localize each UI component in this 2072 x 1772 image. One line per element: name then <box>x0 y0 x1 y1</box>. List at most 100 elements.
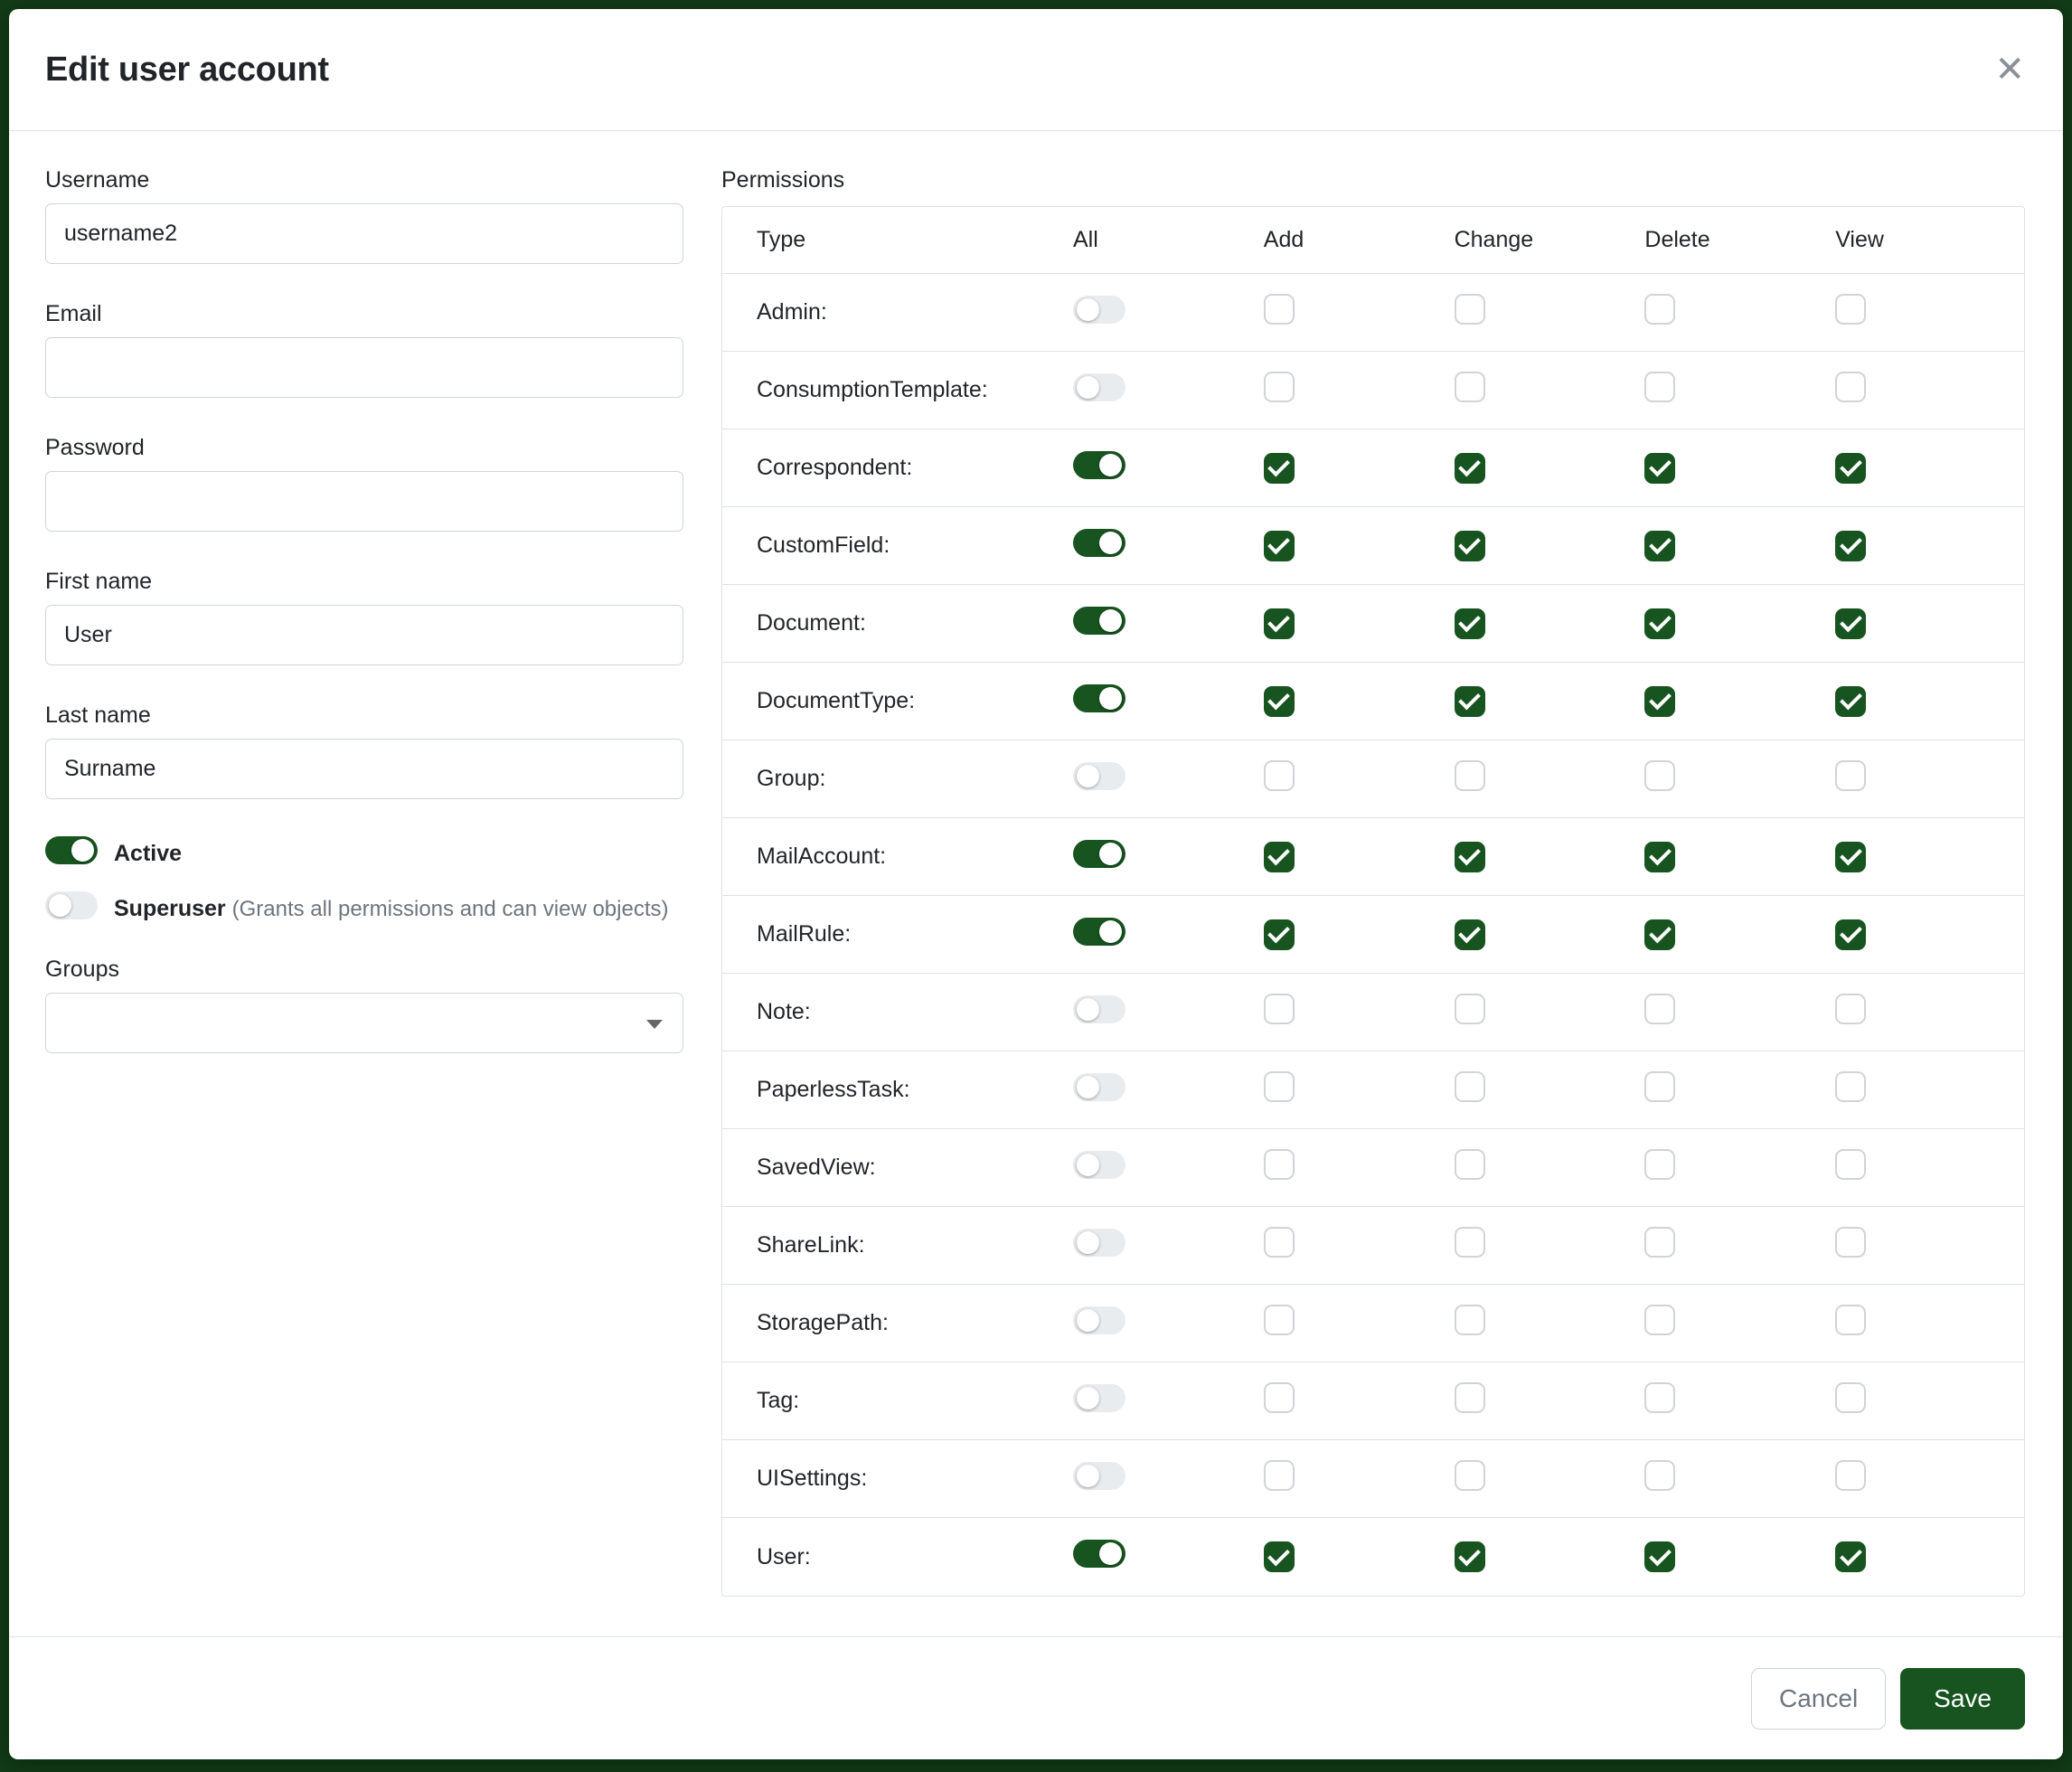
permission-all-toggle[interactable] <box>1073 1462 1125 1490</box>
permission-add-checkbox[interactable] <box>1264 453 1295 484</box>
permission-delete-checkbox[interactable] <box>1644 1305 1675 1335</box>
permission-delete-cell <box>1643 372 1833 409</box>
permission-change-checkbox[interactable] <box>1455 842 1485 872</box>
superuser-toggle[interactable] <box>45 891 98 919</box>
permission-delete-checkbox[interactable] <box>1644 1541 1675 1572</box>
permission-view-checkbox[interactable] <box>1835 842 1866 872</box>
permission-view-checkbox[interactable] <box>1835 608 1866 639</box>
permission-all-toggle[interactable] <box>1073 918 1125 946</box>
permission-view-checkbox[interactable] <box>1835 686 1866 717</box>
permission-add-checkbox[interactable] <box>1264 531 1295 561</box>
permission-change-checkbox[interactable] <box>1455 1305 1485 1335</box>
permission-all-toggle[interactable] <box>1073 995 1125 1023</box>
permission-all-toggle[interactable] <box>1073 607 1125 635</box>
permission-add-checkbox[interactable] <box>1264 760 1295 791</box>
permission-change-checkbox[interactable] <box>1455 760 1485 791</box>
permission-delete-checkbox[interactable] <box>1644 1382 1675 1413</box>
permission-all-toggle[interactable] <box>1073 1073 1125 1101</box>
permission-add-checkbox[interactable] <box>1264 686 1295 717</box>
permission-view-checkbox[interactable] <box>1835 453 1866 484</box>
permission-change-checkbox[interactable] <box>1455 608 1485 639</box>
password-field[interactable] <box>45 471 683 532</box>
permission-delete-checkbox[interactable] <box>1644 453 1675 484</box>
permission-delete-checkbox[interactable] <box>1644 1071 1675 1102</box>
permission-view-checkbox[interactable] <box>1835 919 1866 950</box>
permission-view-checkbox[interactable] <box>1835 1227 1866 1258</box>
permission-delete-checkbox[interactable] <box>1644 760 1675 791</box>
save-button[interactable]: Save <box>1900 1668 2025 1730</box>
permission-change-checkbox[interactable] <box>1455 994 1485 1024</box>
permission-all-toggle[interactable] <box>1073 1151 1125 1179</box>
permission-delete-checkbox[interactable] <box>1644 919 1675 950</box>
permission-change-checkbox[interactable] <box>1455 453 1485 484</box>
permission-delete-checkbox[interactable] <box>1644 294 1675 325</box>
permission-view-checkbox[interactable] <box>1835 372 1866 402</box>
permission-add-checkbox[interactable] <box>1264 372 1295 402</box>
permission-view-checkbox[interactable] <box>1835 1382 1866 1413</box>
permission-add-checkbox[interactable] <box>1264 1227 1295 1258</box>
permission-view-checkbox[interactable] <box>1835 531 1866 561</box>
last-name-field[interactable] <box>45 739 683 799</box>
username-input[interactable] <box>45 203 683 264</box>
permission-delete-checkbox[interactable] <box>1644 531 1675 561</box>
permission-delete-checkbox[interactable] <box>1644 994 1675 1024</box>
permission-add-checkbox[interactable] <box>1264 994 1295 1024</box>
permission-add-checkbox[interactable] <box>1264 1382 1295 1413</box>
permission-view-checkbox[interactable] <box>1835 1305 1866 1335</box>
permission-add-checkbox[interactable] <box>1264 608 1295 639</box>
permission-delete-checkbox[interactable] <box>1644 1227 1675 1258</box>
permission-change-checkbox[interactable] <box>1455 1071 1485 1102</box>
permission-add-checkbox[interactable] <box>1264 842 1295 872</box>
permission-add-checkbox[interactable] <box>1264 1071 1295 1102</box>
permission-delete-checkbox[interactable] <box>1644 1460 1675 1491</box>
permission-change-checkbox[interactable] <box>1455 372 1485 402</box>
permission-view-checkbox[interactable] <box>1835 294 1866 325</box>
permission-add-checkbox[interactable] <box>1264 1541 1295 1572</box>
close-icon[interactable]: ✕ <box>1994 52 2025 88</box>
permission-change-checkbox[interactable] <box>1455 919 1485 950</box>
permission-delete-checkbox[interactable] <box>1644 1149 1675 1180</box>
permission-view-checkbox[interactable] <box>1835 1460 1866 1491</box>
permission-change-checkbox[interactable] <box>1455 686 1485 717</box>
permissions-column-header: Type <box>722 227 1071 253</box>
permission-all-toggle[interactable] <box>1073 762 1125 790</box>
first-name-field[interactable] <box>45 605 683 665</box>
permission-change-checkbox[interactable] <box>1455 1382 1485 1413</box>
permission-view-checkbox[interactable] <box>1835 760 1866 791</box>
permission-change-checkbox[interactable] <box>1455 1541 1485 1572</box>
email-field[interactable] <box>45 337 683 398</box>
permission-add-checkbox[interactable] <box>1264 294 1295 325</box>
permission-delete-checkbox[interactable] <box>1644 608 1675 639</box>
permission-delete-checkbox[interactable] <box>1644 686 1675 717</box>
permission-add-checkbox[interactable] <box>1264 1460 1295 1491</box>
permission-all-toggle[interactable] <box>1073 451 1125 479</box>
permission-change-checkbox[interactable] <box>1455 531 1485 561</box>
toggle-knob <box>1099 920 1122 943</box>
permission-change-checkbox[interactable] <box>1455 294 1485 325</box>
permission-all-toggle[interactable] <box>1073 840 1125 868</box>
permission-view-checkbox[interactable] <box>1835 1541 1866 1572</box>
permission-all-toggle[interactable] <box>1073 529 1125 557</box>
permission-add-checkbox[interactable] <box>1264 1305 1295 1335</box>
cancel-button[interactable]: Cancel <box>1751 1668 1886 1730</box>
toggle-knob <box>1099 687 1122 710</box>
groups-select[interactable] <box>45 993 683 1053</box>
permission-all-toggle[interactable] <box>1073 373 1125 401</box>
permission-view-checkbox[interactable] <box>1835 994 1866 1024</box>
permission-delete-checkbox[interactable] <box>1644 372 1675 402</box>
permission-change-checkbox[interactable] <box>1455 1460 1485 1491</box>
permission-view-checkbox[interactable] <box>1835 1071 1866 1102</box>
permission-all-toggle[interactable] <box>1073 296 1125 324</box>
permission-view-checkbox[interactable] <box>1835 1149 1866 1180</box>
permission-add-checkbox[interactable] <box>1264 1149 1295 1180</box>
active-toggle[interactable] <box>45 836 98 864</box>
permission-all-toggle[interactable] <box>1073 1306 1125 1334</box>
permission-add-checkbox[interactable] <box>1264 919 1295 950</box>
permission-change-checkbox[interactable] <box>1455 1227 1485 1258</box>
permission-all-toggle[interactable] <box>1073 684 1125 712</box>
permission-all-toggle[interactable] <box>1073 1384 1125 1412</box>
permission-all-toggle[interactable] <box>1073 1229 1125 1257</box>
permission-change-checkbox[interactable] <box>1455 1149 1485 1180</box>
permission-all-toggle[interactable] <box>1073 1540 1125 1568</box>
permission-delete-checkbox[interactable] <box>1644 842 1675 872</box>
